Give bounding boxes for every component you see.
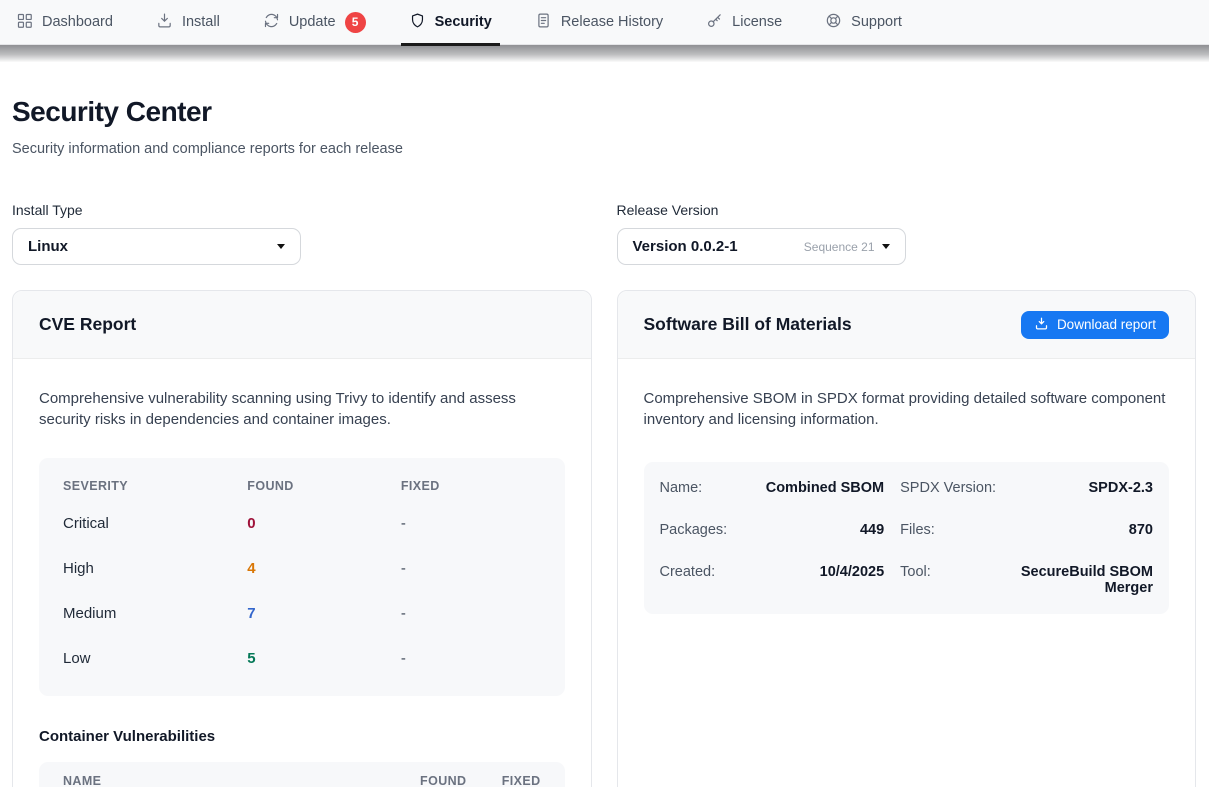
sbom-detail-label: Name: — [660, 467, 728, 509]
nav-item-dashboard[interactable]: Dashboard — [16, 0, 113, 45]
release-version-filter: Release Version Version 0.0.2-1 Sequence… — [617, 202, 1197, 265]
main-content: Security Center Security information and… — [0, 96, 1209, 787]
cve-card-body: Comprehensive vulnerability scanning usi… — [13, 359, 591, 787]
nav-item-license[interactable]: License — [706, 0, 782, 45]
fixed-count: - — [401, 560, 541, 577]
nav-label-release-history: Release History — [561, 14, 663, 30]
found-count: 7 — [247, 605, 401, 622]
release-version-value: Version 0.0.2-1 — [633, 238, 738, 255]
found-count: 0 — [247, 515, 401, 532]
chevron-down-icon — [277, 244, 285, 249]
sequence-hint: Sequence 21 — [804, 240, 875, 254]
release-version-select[interactable]: Version 0.0.2-1 Sequence 21 — [617, 228, 906, 265]
key-icon — [706, 12, 723, 33]
severity-row-high: High 4 - — [63, 546, 541, 591]
install-type-label: Install Type — [12, 202, 592, 218]
refresh-icon — [263, 12, 280, 33]
sbom-detail-value: Combined SBOM — [743, 467, 884, 509]
col-name: NAME — [63, 774, 379, 787]
nav-label-update: Update — [289, 14, 336, 30]
cve-description: Comprehensive vulnerability scanning usi… — [39, 388, 565, 431]
sbom-details-panel: Name: Combined SBOM SPDX Version: SPDX-2… — [644, 462, 1170, 614]
sbom-card-body: Comprehensive SBOM in SPDX format provid… — [618, 359, 1196, 643]
sbom-detail-label: Files: — [900, 509, 996, 551]
fixed-count: - — [401, 605, 541, 622]
nav-item-install[interactable]: Install — [156, 0, 220, 45]
sbom-detail-value: 449 — [743, 509, 884, 551]
sbom-detail-value: 870 — [1012, 509, 1153, 551]
sbom-card-header: Software Bill of Materials Download repo… — [618, 291, 1196, 359]
shield-icon — [409, 12, 426, 33]
severity-table-header: SEVERITY FOUND FIXED — [63, 467, 541, 501]
sbom-detail-value: 10/4/2025 — [743, 551, 884, 609]
severity-label: Critical — [63, 515, 247, 532]
sbom-detail-label: Created: — [660, 551, 728, 609]
severity-label: Medium — [63, 605, 247, 622]
found-count: 5 — [247, 650, 401, 667]
severity-row-medium: Medium 7 - — [63, 591, 541, 636]
col-severity: SEVERITY — [63, 479, 247, 493]
col-fixed: FIXED — [493, 774, 541, 787]
download-tray-icon — [1034, 316, 1049, 334]
page-subtitle: Security information and compliance repo… — [12, 141, 1196, 157]
scroll-shadow-strip — [0, 45, 1209, 62]
severity-label: High — [63, 560, 247, 577]
cve-card-title: CVE Report — [39, 314, 136, 335]
nav-label-dashboard: Dashboard — [42, 14, 113, 30]
download-report-button[interactable]: Download report — [1021, 311, 1169, 339]
sbom-detail-label: SPDX Version: — [900, 467, 996, 509]
nav-label-security: Security — [435, 14, 492, 30]
severity-label: Low — [63, 650, 247, 667]
nav-item-release-history[interactable]: Release History — [535, 0, 663, 45]
chevron-down-icon — [882, 244, 890, 249]
found-count: 4 — [247, 560, 401, 577]
nav-label-license: License — [732, 14, 782, 30]
update-count-badge: 5 — [345, 12, 366, 33]
document-icon — [535, 12, 552, 33]
page-title: Security Center — [12, 96, 1196, 128]
sbom-detail-value: SPDX-2.3 — [1012, 467, 1153, 509]
nav-item-update[interactable]: Update 5 — [263, 0, 366, 45]
sbom-card: Software Bill of Materials Download repo… — [617, 290, 1197, 787]
filters-row: Install Type Linux Release Version Versi… — [12, 202, 1196, 265]
install-type-select[interactable]: Linux — [12, 228, 301, 265]
severity-table: SEVERITY FOUND FIXED Critical 0 - High 4… — [39, 458, 565, 696]
fixed-count: - — [401, 515, 541, 532]
cards-grid: CVE Report Comprehensive vulnerability s… — [12, 290, 1196, 787]
cve-report-card: CVE Report Comprehensive vulnerability s… — [12, 290, 592, 787]
sbom-detail-label: Tool: — [900, 551, 996, 609]
release-version-label: Release Version — [617, 202, 1197, 218]
sbom-detail-value: SecureBuild SBOM Merger — [1012, 551, 1153, 609]
lifebuoy-icon — [825, 12, 842, 33]
col-found: FOUND — [405, 774, 467, 787]
download-icon — [156, 12, 173, 33]
container-vulnerabilities-title: Container Vulnerabilities — [39, 728, 565, 745]
severity-row-low: Low 5 - — [63, 636, 541, 681]
nav-label-install: Install — [182, 14, 220, 30]
top-navigation: Dashboard Install Update 5 Security Rele… — [0, 0, 1209, 45]
nav-item-support[interactable]: Support — [825, 0, 902, 45]
col-fixed: FIXED — [401, 479, 541, 493]
install-type-value: Linux — [28, 238, 68, 255]
severity-row-critical: Critical 0 - — [63, 501, 541, 546]
sbom-detail-label: Packages: — [660, 509, 728, 551]
download-report-label: Download report — [1057, 317, 1156, 332]
container-table-header: NAME FOUND FIXED — [39, 762, 565, 787]
nav-item-security[interactable]: Security — [409, 0, 492, 45]
nav-label-support: Support — [851, 14, 902, 30]
sbom-card-title: Software Bill of Materials — [644, 314, 852, 335]
cve-card-header: CVE Report — [13, 291, 591, 359]
grid-icon — [16, 12, 33, 33]
col-found: FOUND — [247, 479, 401, 493]
fixed-count: - — [401, 650, 541, 667]
install-type-filter: Install Type Linux — [12, 202, 592, 265]
sbom-description: Comprehensive SBOM in SPDX format provid… — [644, 388, 1170, 431]
